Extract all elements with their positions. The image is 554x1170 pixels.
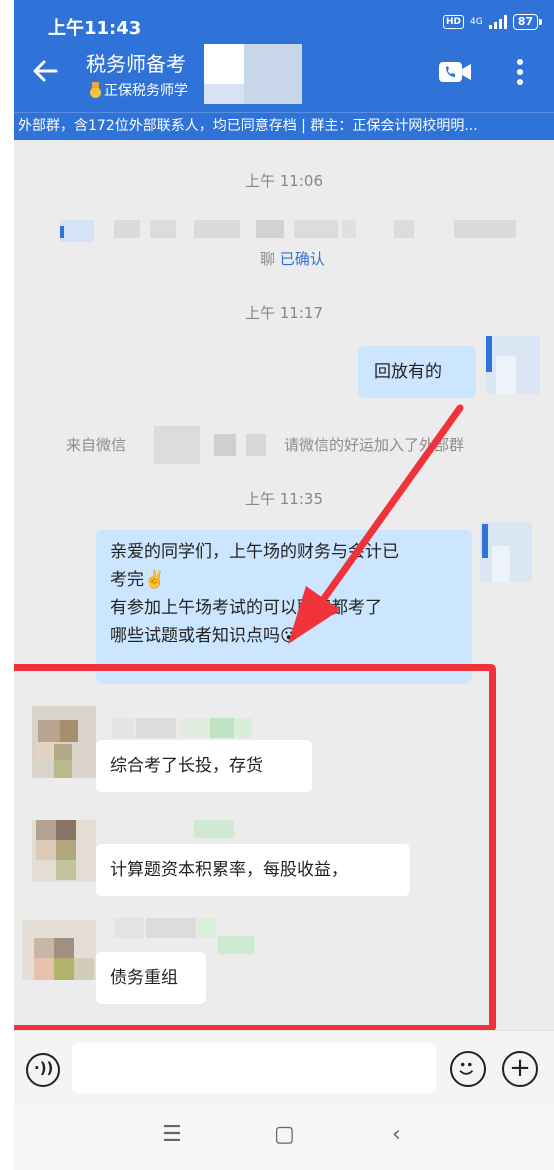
incoming-message-bubble[interactable]: 计算题资本积累率，每股收益， (96, 844, 410, 896)
status-icons: HD 4G 87 (442, 14, 543, 30)
incoming-message-bubble[interactable]: 综合考了长投，存货 (96, 740, 312, 792)
medal-icon (88, 82, 102, 98)
redacted-system-message (60, 216, 520, 244)
signal-icon (488, 15, 507, 29)
back-nav-icon[interactable]: ‹ (392, 1122, 401, 1147)
confirm-prefix: 聊 (260, 250, 276, 268)
redacted-sender-name (114, 918, 264, 956)
redacted-title-area (204, 44, 302, 104)
chat-subtitle: 正保税务师学 (88, 80, 188, 100)
timestamp: 上午 11:35 (245, 490, 323, 508)
more-vertical-icon[interactable] (510, 58, 530, 86)
avatar[interactable] (22, 920, 96, 980)
timestamp: 上午 11:06 (245, 172, 323, 190)
voice-icon[interactable]: ·)) (26, 1053, 60, 1087)
video-call-icon[interactable] (438, 60, 472, 84)
incoming-message-bubble[interactable]: 债务重组 (96, 952, 206, 1004)
network-label: 4G (469, 16, 483, 27)
emoji-icon[interactable] (450, 1051, 486, 1087)
system-message-left: 来自微信 (66, 436, 127, 454)
confirm-line: 聊 已确认 (260, 248, 325, 269)
hd-icon: HD (442, 15, 464, 29)
my-message-bubble[interactable]: 回放有的 (358, 346, 476, 398)
confirm-status[interactable]: 已确认 (280, 250, 325, 268)
group-notice-bar[interactable]: 外部群，含172位外部联系人，均已同意存档 | 群主：正保会计网校明明... (14, 112, 554, 140)
avatar[interactable] (32, 820, 96, 882)
announcement-line: 哪些试题或者知识点吗😮 (110, 626, 298, 646)
status-bar: 上午11:43 HD 4G 87 (14, 0, 554, 46)
battery-icon: 87 (512, 14, 543, 30)
system-nav-bar: ☰ ▢ ‹ (14, 1104, 554, 1170)
home-icon[interactable]: ▢ (274, 1122, 295, 1147)
message-text: 债务重组 (110, 968, 178, 988)
message-input-bar: ·)) + (14, 1030, 554, 1104)
announcement-line: 亲爱的同学们，上午场的财务与会计已 (110, 542, 399, 562)
my-avatar[interactable] (486, 336, 540, 394)
redacted-sender-name (114, 820, 254, 838)
announcement-bubble[interactable]: 亲爱的同学们，上午场的财务与会计已 考完✌️ 有参加上午场考试的可以聊聊都考了 … (96, 530, 472, 684)
menu-icon[interactable]: ☰ (162, 1122, 182, 1147)
app-header: 上午11:43 HD 4G 87 税务师备考 正保税务师学 (14, 0, 554, 112)
message-text: 回放有的 (374, 362, 442, 382)
message-text: 综合考了长投，存货 (110, 756, 263, 776)
chat-screen: 上午11:43 HD 4G 87 税务师备考 正保税务师学 外部群，含172位外… (14, 0, 554, 1170)
chat-title: 税务师备考 (86, 52, 186, 76)
arrow-left-icon[interactable] (30, 56, 60, 86)
sender-avatar[interactable] (480, 522, 532, 582)
status-time: 上午11:43 (48, 18, 142, 39)
message-text: 计算题资本积累率，每股收益， (110, 860, 348, 880)
avatar[interactable] (32, 706, 96, 778)
announcement-line: 有参加上午场考试的可以聊聊都考了 (110, 598, 382, 618)
message-input[interactable] (72, 1043, 436, 1093)
redacted-name (154, 426, 280, 464)
chat-subtitle-text: 正保税务师学 (104, 83, 188, 99)
redacted-sender-name (112, 718, 262, 738)
plus-icon[interactable]: + (502, 1051, 538, 1087)
announcement-line: 考完✌️ (110, 570, 166, 590)
timestamp: 上午 11:17 (245, 304, 323, 322)
system-message-right: 请微信的好运加入了外部群 (284, 436, 465, 454)
